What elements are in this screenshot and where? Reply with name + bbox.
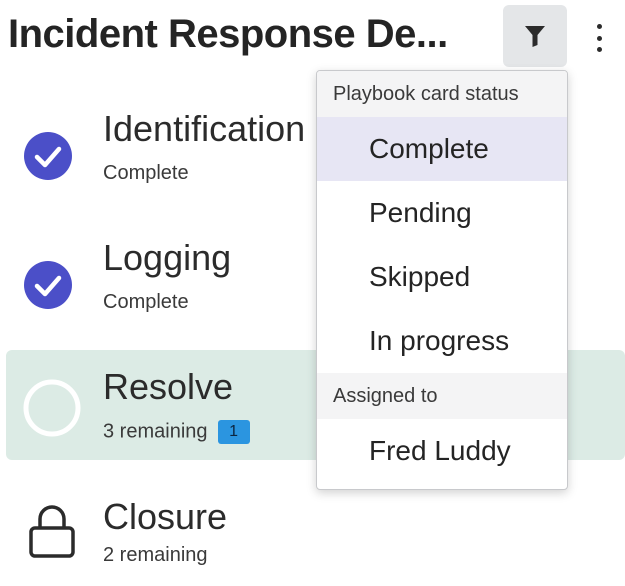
menu-item-fred-luddy[interactable]: Fred Luddy [317, 419, 567, 483]
menu-item-in-progress[interactable]: In progress [317, 309, 567, 373]
step-status: Complete [103, 162, 189, 184]
check-circle-icon [24, 132, 72, 180]
filter-dropdown-menu: Playbook card status Complete Pending Sk… [316, 70, 568, 490]
menu-section-header: Playbook card status [317, 71, 567, 117]
empty-circle-icon [23, 379, 81, 437]
filter-button[interactable] [503, 5, 567, 67]
step-status-text: 3 remaining [103, 420, 208, 443]
funnel-icon [525, 26, 545, 47]
step-name: Logging [103, 237, 232, 278]
count-badge: 1 [217, 420, 250, 444]
step-status: 2 remaining [103, 544, 208, 566]
lock-icon [29, 505, 75, 558]
check-circle-icon [24, 261, 72, 309]
step-closure[interactable]: Closure 2 remaining [0, 496, 625, 586]
step-name: Resolve [103, 366, 234, 407]
kebab-menu-icon[interactable] [589, 24, 609, 52]
step-name: Identification [103, 108, 306, 149]
menu-item-complete[interactable]: Complete [317, 117, 567, 181]
menu-item-pending[interactable]: Pending [317, 181, 567, 245]
menu-item-skipped[interactable]: Skipped [317, 245, 567, 309]
step-status: 3 remaining 1 [103, 420, 250, 444]
step-status: Complete [103, 291, 189, 313]
menu-section-header: Assigned to [317, 373, 567, 419]
step-name: Closure [103, 496, 228, 537]
page-title: Incident Response De... [8, 12, 448, 56]
